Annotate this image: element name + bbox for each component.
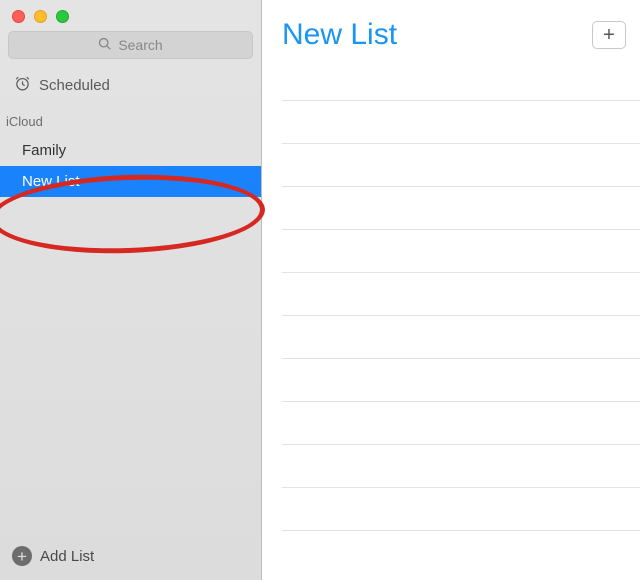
maximize-icon[interactable] xyxy=(56,10,69,23)
plus-circle-icon: + xyxy=(12,546,32,566)
search-icon xyxy=(98,37,112,54)
page-title: New List xyxy=(282,18,592,52)
sidebar: Search Scheduled iCloud Family New List … xyxy=(0,0,262,580)
close-icon[interactable] xyxy=(12,10,25,23)
section-header: iCloud xyxy=(0,104,261,135)
sidebar-list-new-list[interactable]: New List xyxy=(0,166,261,197)
plus-icon: + xyxy=(603,24,615,47)
reminder-row[interactable] xyxy=(282,445,640,488)
sidebar-list-family[interactable]: Family xyxy=(0,135,261,166)
clock-icon xyxy=(14,75,31,96)
add-reminder-button[interactable]: + xyxy=(592,21,626,49)
reminder-row[interactable] xyxy=(282,316,640,359)
reminder-row[interactable] xyxy=(282,359,640,402)
reminder-row[interactable] xyxy=(282,488,640,531)
header-row: New List + xyxy=(262,0,640,58)
reminder-row[interactable] xyxy=(282,58,640,101)
list-item-label: Family xyxy=(22,142,66,159)
search-container: Search xyxy=(0,31,261,67)
scheduled-item[interactable]: Scheduled xyxy=(0,67,261,104)
window-controls xyxy=(0,0,261,31)
reminder-row[interactable] xyxy=(282,230,640,273)
minimize-icon[interactable] xyxy=(34,10,47,23)
add-list-button[interactable]: + Add List xyxy=(0,534,261,580)
reminder-rows[interactable] xyxy=(262,58,640,580)
reminder-row[interactable] xyxy=(282,402,640,445)
add-list-label: Add List xyxy=(40,548,94,565)
spacer xyxy=(0,197,261,534)
reminder-row[interactable] xyxy=(282,101,640,144)
list-item-label: New List xyxy=(22,173,80,190)
search-placeholder: Search xyxy=(118,37,162,53)
scheduled-label: Scheduled xyxy=(39,77,110,94)
reminder-row[interactable] xyxy=(282,187,640,230)
reminder-row[interactable] xyxy=(282,144,640,187)
main-panel: New List + xyxy=(262,0,640,580)
search-input[interactable]: Search xyxy=(8,31,253,59)
reminder-row[interactable] xyxy=(282,273,640,316)
